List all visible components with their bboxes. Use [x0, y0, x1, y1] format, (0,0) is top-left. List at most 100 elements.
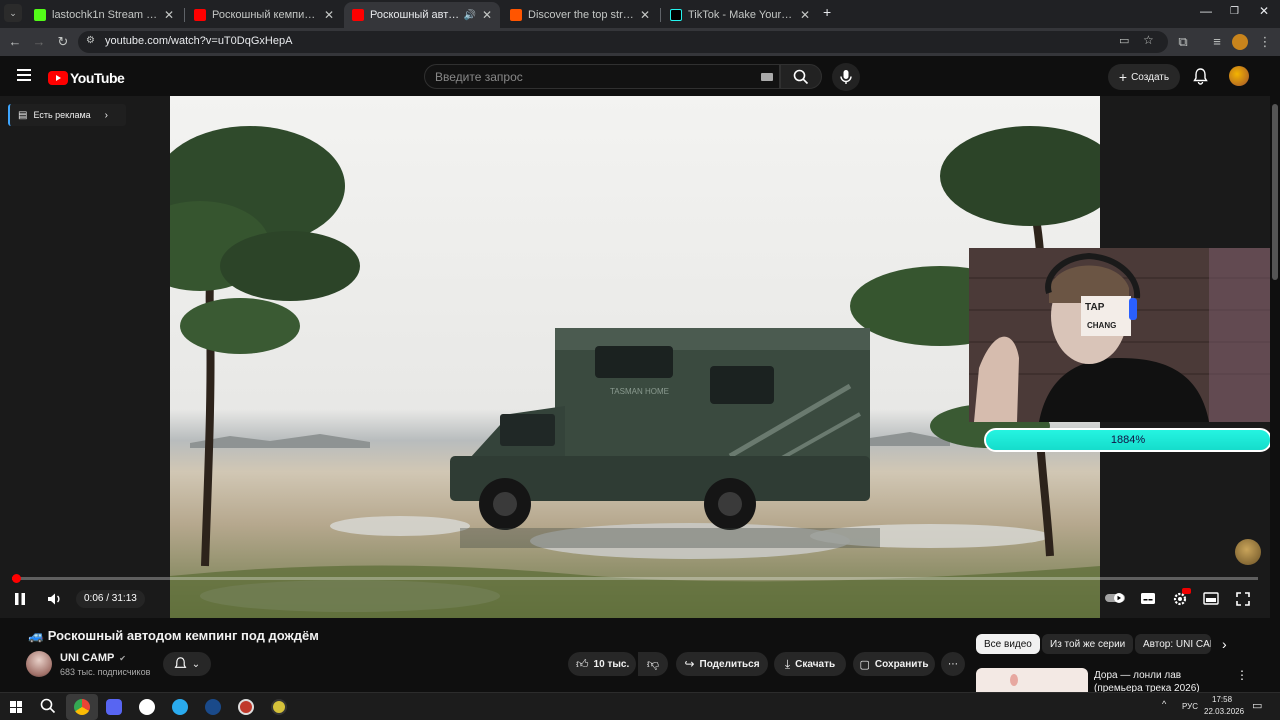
subtitles-button[interactable] [1140, 592, 1156, 605]
window-close-button[interactable]: ✕ [1259, 4, 1269, 18]
site-info-icon[interactable]: ⚙ [86, 35, 95, 46]
seek-bar[interactable] [12, 574, 1258, 583]
windows-start-icon[interactable] [10, 701, 22, 713]
language-indicator[interactable]: РУС [1182, 702, 1198, 711]
download-button[interactable]: ⤓ Скачать [774, 652, 846, 676]
search-input[interactable]: Введите запрос [424, 64, 780, 89]
youtube-header: YouTube Введите запрос + Создать [0, 56, 1280, 96]
pause-button[interactable] [14, 592, 26, 606]
tab-youtube-camper[interactable]: Роскошный автодом кемпинг 🔊 ✕ [344, 2, 500, 28]
chip-author[interactable]: Автор: UNI CAMP [1135, 634, 1211, 654]
seek-handle[interactable] [12, 574, 21, 583]
like-count: 10 тыс. [593, 658, 630, 670]
video-frame[interactable]: TASMAN HOME [170, 96, 1100, 618]
tiktok-icon [670, 9, 682, 21]
yandex-icon[interactable] [139, 699, 155, 715]
like-button[interactable]: 👍︎ 10 тыс. [568, 652, 636, 676]
channel-name[interactable]: UNI CAMP ✔ [60, 652, 126, 664]
miniplayer-button[interactable] [1203, 592, 1219, 605]
telegram-icon[interactable] [172, 699, 188, 715]
share-button[interactable]: ↪ Поделиться [676, 652, 768, 676]
tab-youtube-boat[interactable]: Роскошный кемпинг на лодке ✕ [186, 2, 342, 28]
download-icon: ⤓ [784, 656, 791, 671]
page-scrollbar[interactable] [1270, 96, 1280, 692]
hamburger-menu-icon[interactable] [17, 69, 31, 81]
back-button[interactable]: ← [6, 33, 24, 51]
dislike-button[interactable]: 👎︎ [638, 652, 668, 676]
chrome-menu-icon[interactable]: ⋮ [1256, 33, 1274, 51]
chips-next-icon[interactable]: › [1222, 636, 1227, 652]
close-icon[interactable]: ✕ [324, 8, 334, 22]
chip-same-series[interactable]: Из той же серии [1042, 634, 1134, 654]
tray-overflow-icon[interactable]: ^ [1162, 699, 1166, 709]
tab-title: lastochk1n Stream - Watch Live [52, 9, 158, 21]
thumbs-down-icon: 👎︎ [646, 656, 660, 671]
minimize-button[interactable]: — [1200, 4, 1212, 18]
youtube-logo[interactable]: YouTube [48, 70, 125, 86]
clock-date[interactable]: 22.03.2026 [1204, 707, 1244, 716]
channel-name-text: UNI CAMP [60, 652, 115, 664]
taskbar-search-icon[interactable] [40, 698, 56, 714]
search-button[interactable] [780, 64, 822, 89]
tab-tiktok[interactable]: TikTok - Make Your Day ✕ [662, 2, 818, 28]
notifications-bell-icon[interactable] [1193, 68, 1208, 85]
svg-text:ТАР: ТАР [1085, 302, 1105, 313]
time-display: 0:06 / 31:13 [76, 590, 145, 608]
app-icon-globe[interactable] [205, 699, 221, 715]
save-button[interactable]: ▢ Сохранить [853, 652, 935, 676]
close-icon[interactable]: ✕ [482, 8, 492, 22]
volume-button[interactable] [47, 592, 63, 606]
thumbnail-figure [1010, 674, 1018, 686]
subscriber-count: 683 тыс. подписчиков [60, 667, 151, 677]
miniplayer-icon [1203, 592, 1219, 605]
save-label: Сохранить [874, 658, 929, 670]
recommendation-thumbnail[interactable] [976, 668, 1088, 692]
close-icon[interactable]: ✕ [640, 8, 650, 22]
chevron-down-icon: ⌄ [9, 7, 17, 18]
forward-button[interactable]: → [30, 33, 48, 51]
microphone-icon [840, 70, 852, 84]
close-icon[interactable]: ✕ [164, 8, 174, 22]
discord-icon[interactable] [106, 699, 122, 715]
autoplay-toggle[interactable] [1104, 592, 1126, 604]
camper-brand-text: TASMAN HOME [610, 387, 669, 396]
ad-info-icon: ▤ [18, 109, 28, 121]
keyboard-icon[interactable] [761, 73, 773, 81]
tab-kick-stream[interactable]: lastochk1n Stream - Watch Live ✕ [26, 2, 182, 28]
download-label: Скачать [795, 658, 836, 670]
settings-button[interactable] [1172, 588, 1191, 607]
voice-search-button[interactable] [832, 63, 860, 91]
reload-button[interactable]: ↻ [54, 33, 72, 51]
app-icon-round[interactable] [271, 699, 287, 715]
restore-button[interactable]: ❐ [1230, 6, 1239, 17]
clock-time[interactable]: 17:58 [1212, 695, 1232, 704]
recommendation-menu-icon[interactable]: ⋮ [1236, 668, 1248, 682]
speaker-icon[interactable]: 🔊 [463, 10, 475, 21]
chevron-down-icon: ⌄ [191, 658, 201, 670]
notification-center-icon[interactable]: ▭ [1252, 699, 1262, 712]
profile-avatar[interactable] [1232, 34, 1248, 50]
tab-search-button[interactable]: ⌄ [4, 4, 22, 22]
close-icon[interactable]: ✕ [800, 8, 810, 22]
fullscreen-button[interactable] [1236, 592, 1250, 606]
bell-icon [174, 657, 187, 668]
reading-list-icon[interactable]: ≡ [1208, 33, 1226, 51]
channel-avatar[interactable] [26, 651, 52, 677]
new-tab-button[interactable]: + [823, 4, 831, 20]
bookmark-star-icon[interactable]: ☆ [1143, 33, 1154, 47]
more-actions-button[interactable]: ⋯ [941, 652, 965, 676]
app-icon-obs[interactable] [238, 699, 254, 715]
address-bar[interactable]: ⚙ youtube.com/watch?v=uT0DqGxHepA ▭ ☆ [78, 31, 1168, 53]
create-button[interactable]: + Создать [1108, 64, 1180, 90]
tab-soundcloud[interactable]: Discover the top streamed music ✕ [502, 2, 658, 28]
scrollbar-thumb[interactable] [1272, 104, 1278, 280]
extensions-icon[interactable]: ⧉ [1174, 33, 1192, 51]
goal-progress-bar: 1884% [984, 428, 1272, 452]
ad-badge[interactable]: ▤ Есть реклама › [8, 104, 126, 126]
chrome-icon[interactable] [74, 699, 90, 715]
pillarbox-left [0, 96, 170, 618]
account-avatar[interactable] [1229, 66, 1249, 86]
cast-icon[interactable]: ▭ [1119, 34, 1129, 47]
subscribe-notifications-button[interactable]: ⌄ [163, 652, 211, 676]
chip-all-videos[interactable]: Все видео [976, 634, 1040, 654]
